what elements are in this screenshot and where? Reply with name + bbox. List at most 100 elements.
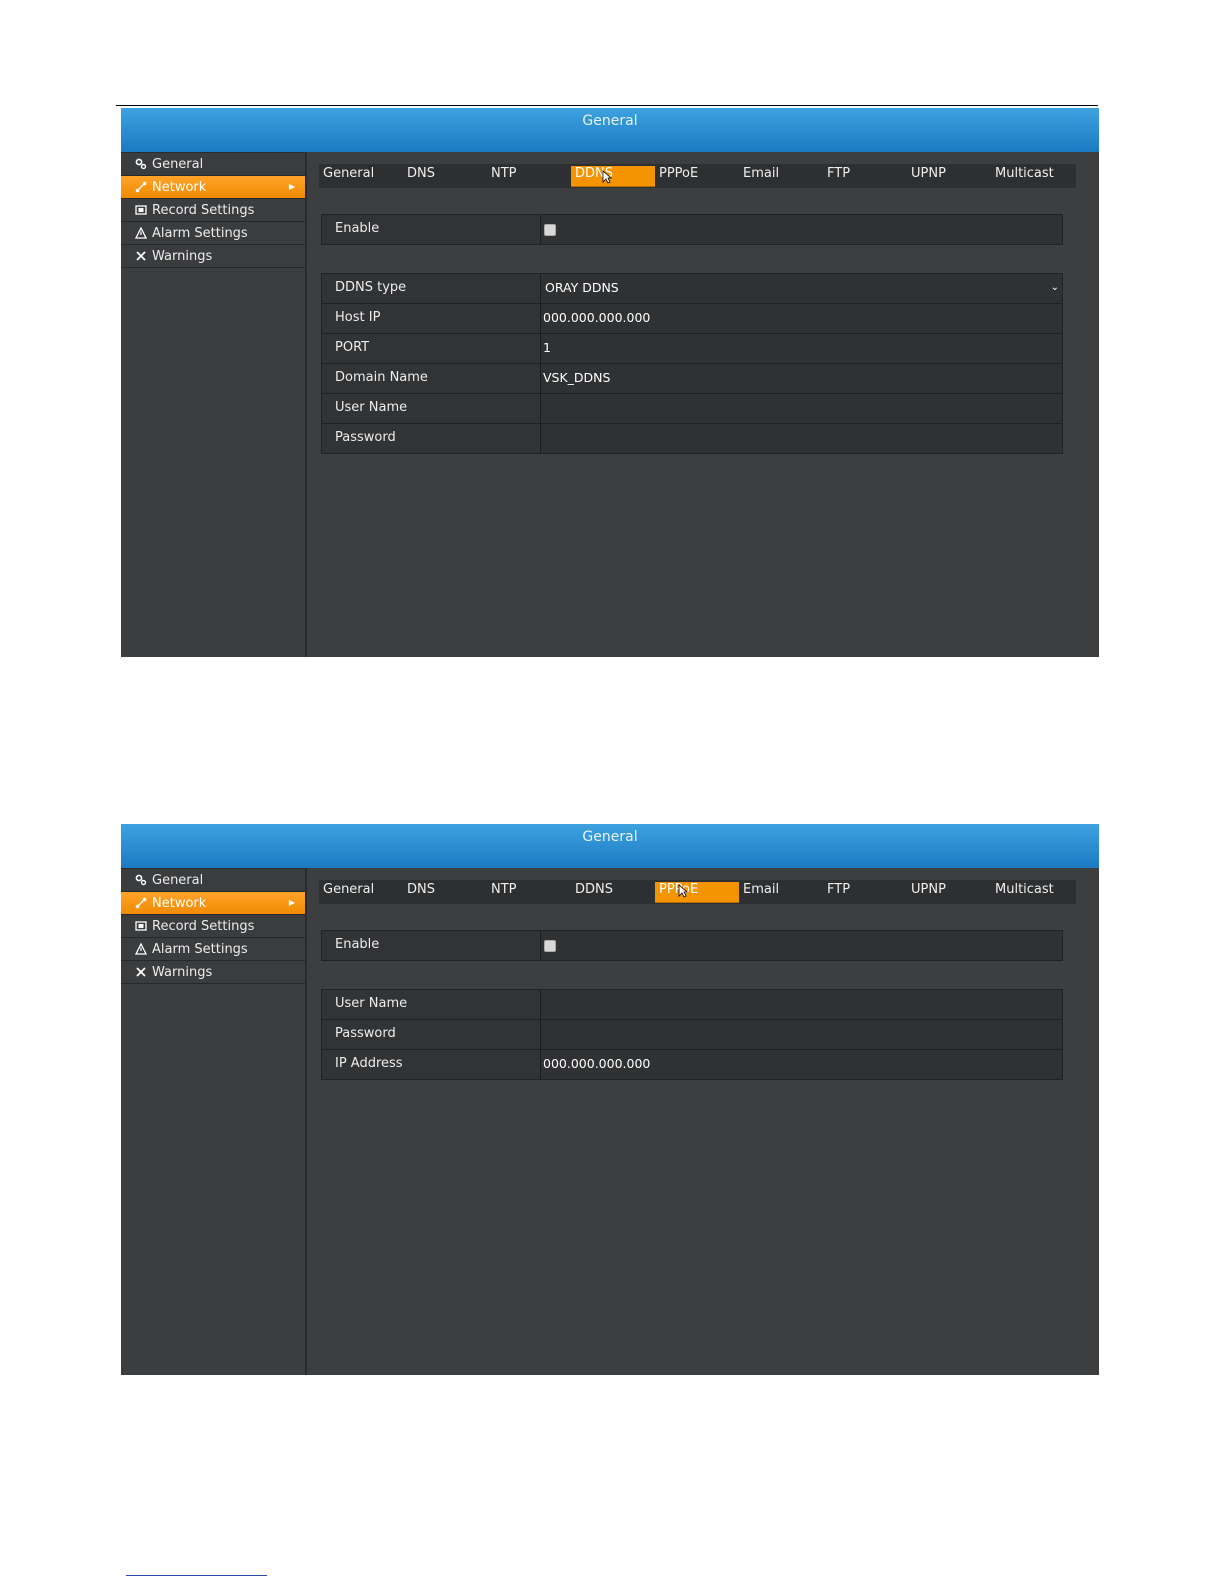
- password-input[interactable]: [541, 1020, 1062, 1049]
- caret-right-icon: ▶: [288, 182, 295, 191]
- sidebar-item-alarm-settings[interactable]: Alarm Settings: [121, 222, 305, 245]
- window-title: General: [121, 824, 1099, 868]
- select-value: ORAY DDNS: [545, 280, 619, 295]
- form-row-ddns-type: DDNS type ORAY DDNS ⌄: [322, 274, 1062, 304]
- main-content: General DNS NTP DDNS PPPoE Email FTP UPN…: [319, 164, 1077, 454]
- sidebar-item-network[interactable]: Network ▶: [121, 892, 305, 915]
- enable-panel: Enable: [321, 214, 1063, 245]
- warning-icon: [135, 227, 147, 239]
- ip-address-input[interactable]: 000.000.000.000: [541, 1050, 1062, 1079]
- form-row-user-name: User Name: [322, 394, 1062, 424]
- sidebar-item-warnings[interactable]: Warnings: [121, 245, 305, 268]
- sidebar-item-label: Warnings: [152, 964, 213, 980]
- mouse-cursor-icon: [678, 884, 688, 898]
- port-input[interactable]: 1: [541, 334, 1062, 363]
- ddns-type-select[interactable]: ORAY DDNS ⌄: [541, 274, 1062, 303]
- network-icon: [135, 181, 147, 193]
- field-label: Password: [322, 1020, 541, 1049]
- tab-bar: General DNS NTP DDNS PPPoE Email FTP UPN…: [319, 164, 1076, 188]
- tab-upnp[interactable]: UPNP: [907, 166, 946, 186]
- tab-ftp[interactable]: FTP: [823, 166, 850, 186]
- sidebar-item-label: Network: [152, 895, 207, 911]
- tab-ddns[interactable]: DDNS: [571, 882, 613, 902]
- field-label: User Name: [322, 990, 541, 1019]
- tab-upnp[interactable]: UPNP: [907, 882, 946, 902]
- field-label: DDNS type: [322, 274, 541, 303]
- sidebar-item-general[interactable]: General: [121, 868, 305, 892]
- form-row-ip-address: IP Address 000.000.000.000: [322, 1050, 1062, 1079]
- tools-icon: [135, 966, 147, 978]
- form-row-user-name: User Name: [322, 990, 1062, 1020]
- form-row-password: Password: [322, 424, 1062, 453]
- tab-ntp[interactable]: NTP: [487, 166, 517, 186]
- enable-row: Enable: [322, 931, 1062, 960]
- ddns-fields-panel: DDNS type ORAY DDNS ⌄ Host IP 000.000.000…: [321, 273, 1063, 454]
- sidebar-item-label: Network: [152, 179, 207, 195]
- tab-bar: General DNS NTP DDNS PPPoE Email FTP UPN…: [319, 880, 1076, 904]
- sidebar-item-general[interactable]: General: [121, 152, 305, 176]
- domain-name-input[interactable]: VSK_DDNS: [541, 364, 1062, 393]
- tab-multicast[interactable]: Multicast: [991, 882, 1054, 902]
- sidebar: General Network ▶ Record Settings Alarm …: [121, 152, 307, 657]
- sidebar-item-alarm-settings[interactable]: Alarm Settings: [121, 938, 305, 961]
- tab-general[interactable]: General: [319, 166, 374, 186]
- tools-icon: [135, 250, 147, 262]
- caret-right-icon: ▶: [288, 898, 295, 907]
- user-name-input[interactable]: [541, 394, 1062, 423]
- field-value: [541, 215, 1062, 244]
- network-icon: [135, 897, 147, 909]
- gears-icon: [135, 158, 147, 170]
- main-content: General DNS NTP DDNS PPPoE Email FTP UPN…: [319, 880, 1077, 1080]
- user-name-input[interactable]: [541, 990, 1062, 1019]
- tab-dns[interactable]: DNS: [403, 166, 435, 186]
- tab-email[interactable]: Email: [739, 166, 779, 186]
- field-value: [541, 931, 1062, 960]
- enable-checkbox[interactable]: [544, 224, 556, 236]
- sidebar-item-label: Warnings: [152, 248, 213, 264]
- sidebar-item-warnings[interactable]: Warnings: [121, 961, 305, 984]
- film-icon: [135, 920, 147, 932]
- page-top-rule: [116, 105, 1098, 106]
- tab-email[interactable]: Email: [739, 882, 779, 902]
- gears-icon: [135, 874, 147, 886]
- tab-ddns[interactable]: DDNS: [571, 166, 655, 187]
- form-row-host-ip: Host IP 000.000.000.000: [322, 304, 1062, 334]
- sidebar-item-label: Record Settings: [152, 202, 255, 218]
- sidebar-item-label: General: [152, 872, 204, 888]
- enable-row: Enable: [322, 215, 1062, 244]
- chevron-down-icon: ⌄: [1050, 282, 1059, 293]
- enable-panel: Enable: [321, 930, 1063, 961]
- sidebar-item-label: Alarm Settings: [152, 941, 248, 957]
- tab-multicast[interactable]: Multicast: [991, 166, 1054, 186]
- field-label: Host IP: [322, 304, 541, 333]
- host-ip-input[interactable]: 000.000.000.000: [541, 304, 1062, 333]
- tab-pppoe[interactable]: PPPoE: [655, 166, 698, 186]
- field-label: Enable: [322, 931, 541, 960]
- tab-general[interactable]: General: [319, 882, 374, 902]
- warning-icon: [135, 943, 147, 955]
- sidebar-item-label: Record Settings: [152, 918, 255, 934]
- enable-checkbox[interactable]: [544, 940, 556, 952]
- sidebar-item-label: Alarm Settings: [152, 225, 248, 241]
- tab-ftp[interactable]: FTP: [823, 882, 850, 902]
- tab-pppoe[interactable]: PPPoE: [655, 882, 739, 903]
- password-input[interactable]: [541, 424, 1062, 453]
- field-label: PORT: [322, 334, 541, 363]
- film-icon: [135, 204, 147, 216]
- footer-link-underline: [126, 1575, 267, 1576]
- settings-window-pppoe: General General Network ▶ Record Setting…: [121, 824, 1099, 1375]
- form-row-domain-name: Domain Name VSK_DDNS: [322, 364, 1062, 394]
- pppoe-fields-panel: User Name Password IP Address 000.000.00…: [321, 989, 1063, 1080]
- tab-ntp[interactable]: NTP: [487, 882, 517, 902]
- sidebar-item-label: General: [152, 156, 204, 172]
- sidebar: General Network ▶ Record Settings Alarm …: [121, 868, 307, 1375]
- mouse-cursor-icon: [602, 170, 612, 184]
- settings-window-ddns: General General Network ▶ Record Setting…: [121, 108, 1099, 657]
- sidebar-item-record-settings[interactable]: Record Settings: [121, 199, 305, 222]
- sidebar-item-network[interactable]: Network ▶: [121, 176, 305, 199]
- tab-dns[interactable]: DNS: [403, 882, 435, 902]
- field-label: Password: [322, 424, 541, 453]
- field-label: Enable: [322, 215, 541, 244]
- sidebar-item-record-settings[interactable]: Record Settings: [121, 915, 305, 938]
- field-label: Domain Name: [322, 364, 541, 393]
